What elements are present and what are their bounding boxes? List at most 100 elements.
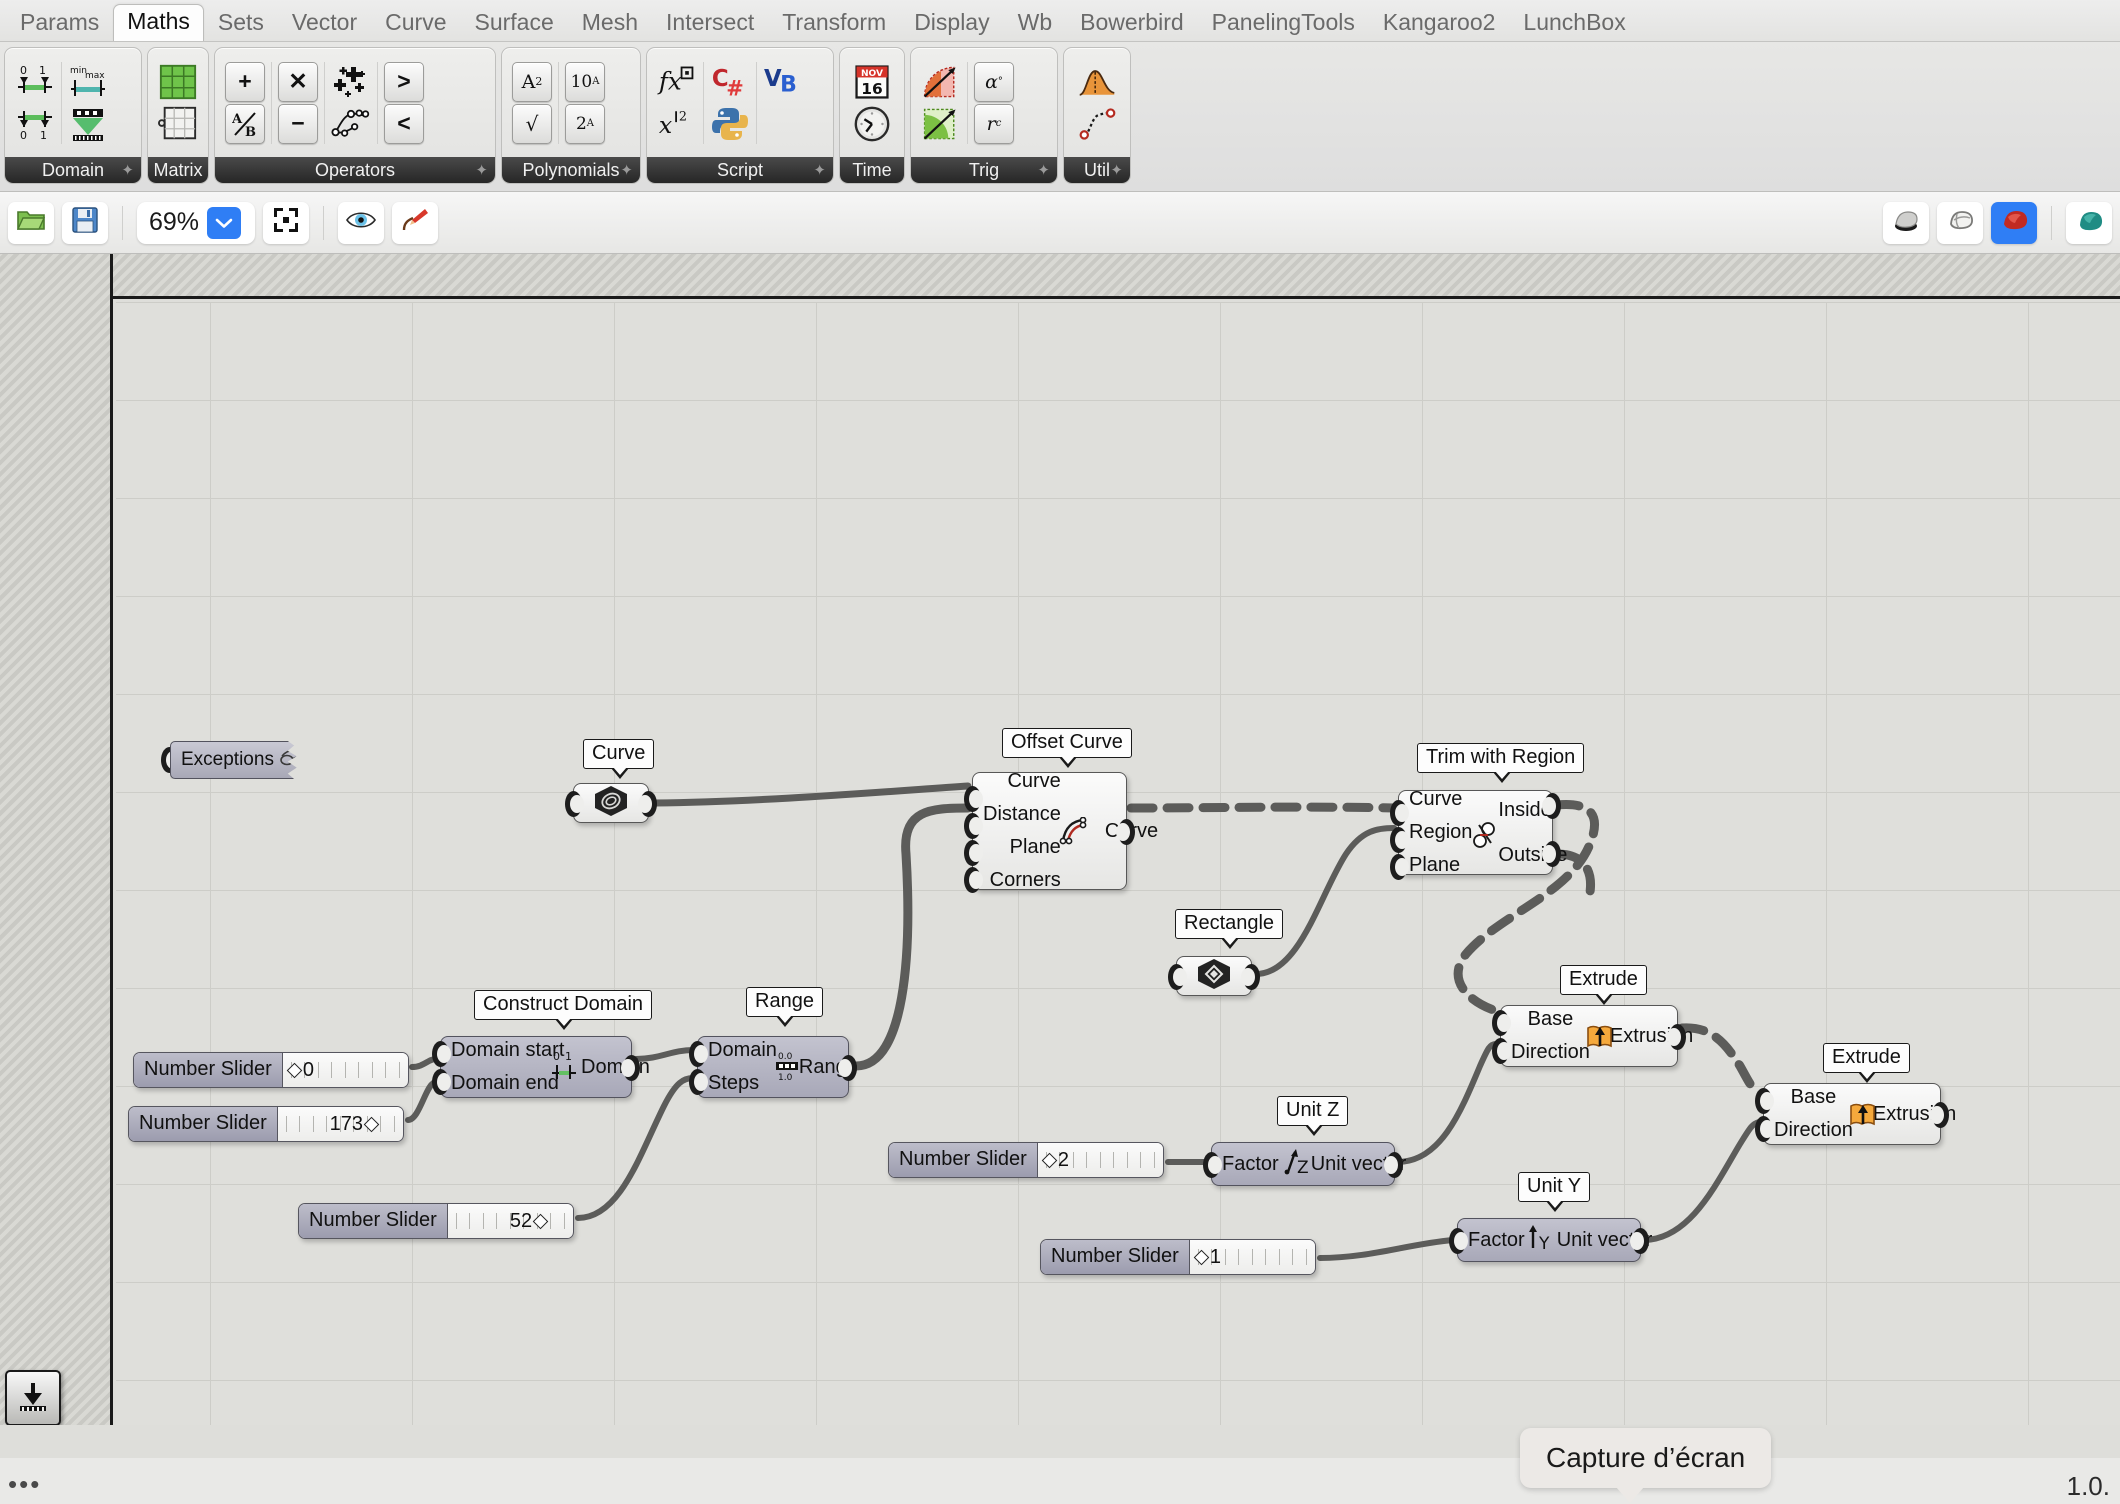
relative-differences-icon[interactable] <box>331 104 371 144</box>
node-curve-param[interactable] <box>565 783 657 823</box>
rectangle-input-port[interactable] <box>1168 964 1187 990</box>
wireframe-button[interactable] <box>1937 201 1983 244</box>
node-number-slider-0[interactable]: Number Slider 0 <box>133 1052 409 1088</box>
alpha-degree-icon[interactable]: α ° <box>974 61 1014 102</box>
mass-addition-icon[interactable] <box>331 62 371 102</box>
panel-expand-icon[interactable]: ✦ <box>813 163 826 178</box>
domain-funnel-icon[interactable] <box>68 104 108 144</box>
expression-fx-icon[interactable]: fx <box>657 62 697 102</box>
tab-maths[interactable]: Maths <box>113 4 204 41</box>
domain-divide-icon[interactable]: 0 1 <box>15 104 55 144</box>
construct-domain-input-start-port[interactable] <box>432 1041 451 1067</box>
larger-than-icon[interactable]: > <box>384 61 424 102</box>
range-input-steps-port[interactable] <box>689 1069 708 1095</box>
addition-icon[interactable]: + <box>225 61 265 102</box>
extrude-1-input-base-port[interactable] <box>1492 1010 1511 1036</box>
node-unit-y[interactable]: Factor Y Unit vector <box>1449 1218 1652 1262</box>
shaded-teal-button[interactable] <box>2066 201 2112 244</box>
shaded-black-button[interactable] <box>1883 201 1929 244</box>
chevron-down-icon[interactable] <box>207 206 242 239</box>
trim-input-plane-port[interactable] <box>1390 854 1409 880</box>
trim-output-inside-port[interactable] <box>1542 793 1561 819</box>
tab-panelingtools[interactable]: PanelingTools <box>1198 7 1369 41</box>
extrude-2-output-port[interactable] <box>1930 1102 1949 1128</box>
r-c-icon[interactable]: rc <box>974 103 1014 144</box>
node-number-slider-173[interactable]: Number Slider 173 <box>128 1106 404 1142</box>
range-input-domain-port[interactable] <box>689 1041 708 1067</box>
node-number-slider-52[interactable]: Number Slider 52 <box>298 1203 574 1239</box>
multiplication-icon[interactable]: ✕ <box>278 61 318 102</box>
curve-param-output-port[interactable] <box>638 791 657 817</box>
node-range[interactable]: Domain Steps 0.0 1.0 Range <box>689 1036 858 1098</box>
fit-to-screen-button[interactable] <box>263 201 309 244</box>
shaded-red-button[interactable] <box>1991 201 2037 244</box>
matrix-green-icon[interactable] <box>158 62 198 102</box>
unit-y-input-port[interactable] <box>1449 1228 1468 1254</box>
unit-z-input-port[interactable] <box>1203 1152 1222 1178</box>
vb-script-icon[interactable]: V B <box>763 62 803 102</box>
extrude-1-input-direction-port[interactable] <box>1492 1038 1511 1064</box>
smaller-than-icon[interactable]: < <box>384 103 424 144</box>
offset-curve-input-corners-port[interactable] <box>964 867 983 893</box>
rectangle-output-port[interactable] <box>1241 964 1260 990</box>
tab-params[interactable]: Params <box>6 7 113 41</box>
slider-1-track[interactable]: 1 <box>1189 1240 1315 1274</box>
offset-curve-output-port[interactable] <box>1116 819 1135 845</box>
calendar-nov-16-icon[interactable]: NOV 16 <box>852 62 892 102</box>
grasshopper-canvas[interactable]: Exceptions Curve Offset Curve Curve Dist… <box>0 254 2120 1458</box>
trim-input-curve-port[interactable] <box>1390 800 1409 826</box>
node-extrude-1[interactable]: Base Direction Extrusion <box>1492 1005 1693 1067</box>
square-root-icon[interactable]: √ <box>512 103 552 144</box>
panel-expand-icon[interactable]: ✦ <box>1037 163 1050 178</box>
node-extrude-2[interactable]: Base Direction Extrusion <box>1755 1083 1956 1145</box>
domain-0-1-icon[interactable]: 0 1 <box>15 62 55 102</box>
offset-curve-input-plane-port[interactable] <box>964 840 983 866</box>
clock-icon[interactable] <box>852 104 892 144</box>
interpolate-icon[interactable] <box>1077 104 1117 144</box>
panel-expand-icon[interactable]: ✦ <box>1110 163 1123 178</box>
tab-kangaroo2[interactable]: Kangaroo2 <box>1369 7 1510 41</box>
sketch-pen-button[interactable] <box>392 201 438 244</box>
slider-0-handle[interactable] <box>286 1062 303 1078</box>
trim-input-region-port[interactable] <box>1390 827 1409 853</box>
node-offset-curve[interactable]: Curve Distance Plane Corners <box>964 770 1158 893</box>
construct-domain-output-port[interactable] <box>621 1055 640 1081</box>
division-icon[interactable]: A B <box>225 103 265 144</box>
tab-lunchbox[interactable]: LunchBox <box>1509 7 1639 41</box>
node-number-slider-2[interactable]: Number Slider 2 <box>888 1142 1164 1178</box>
tab-curve[interactable]: Curve <box>371 7 460 41</box>
panel-expand-icon[interactable]: ✦ <box>475 163 488 178</box>
power-xt2-icon[interactable]: x 2 <box>657 104 697 144</box>
python-script-icon[interactable] <box>710 104 750 144</box>
slider-173-handle[interactable] <box>363 1116 380 1132</box>
tab-vector[interactable]: Vector <box>278 7 371 41</box>
curve-param-input-port[interactable] <box>565 791 584 817</box>
trim-output-outside-port[interactable] <box>1542 841 1561 867</box>
tab-mesh[interactable]: Mesh <box>568 7 652 41</box>
node-trim-with-region[interactable]: Curve Region Plane Inside Outside <box>1390 788 1567 880</box>
extrude-2-input-base-port[interactable] <box>1755 1088 1774 1114</box>
zoom-level-control[interactable]: 69% <box>137 201 255 244</box>
save-file-button[interactable] <box>62 201 108 244</box>
slider-52-handle[interactable] <box>532 1213 549 1229</box>
node-unit-z[interactable]: Factor Z Unit vector <box>1203 1142 1406 1186</box>
gaussian-curve-icon[interactable] <box>1077 62 1117 102</box>
slider-173-track[interactable]: 173 <box>277 1107 403 1141</box>
power-2-icon[interactable]: 2A <box>565 103 605 144</box>
tab-display[interactable]: Display <box>900 7 1003 41</box>
node-construct-domain[interactable]: Domain start Domain end 0 1 Domain <box>432 1036 650 1098</box>
unit-y-output-port[interactable] <box>1630 1228 1649 1254</box>
panel-expand-icon[interactable]: ✦ <box>121 163 134 178</box>
slider-2-handle[interactable] <box>1041 1152 1058 1168</box>
tab-sets[interactable]: Sets <box>204 7 278 41</box>
domain-minmax-icon[interactable]: min max <box>68 62 108 102</box>
tab-transform[interactable]: Transform <box>768 7 900 41</box>
range-output-port[interactable] <box>838 1055 857 1081</box>
download-to-disk-button[interactable] <box>5 1370 61 1426</box>
node-number-slider-1[interactable]: Number Slider 1 <box>1040 1239 1316 1275</box>
construct-domain-input-end-port[interactable] <box>432 1069 451 1095</box>
degrees-icon[interactable] <box>921 62 961 102</box>
slider-0-track[interactable]: 0 <box>282 1053 408 1087</box>
power-10-icon[interactable]: 10 A <box>565 61 605 102</box>
extrude-2-input-direction-port[interactable] <box>1755 1116 1774 1142</box>
